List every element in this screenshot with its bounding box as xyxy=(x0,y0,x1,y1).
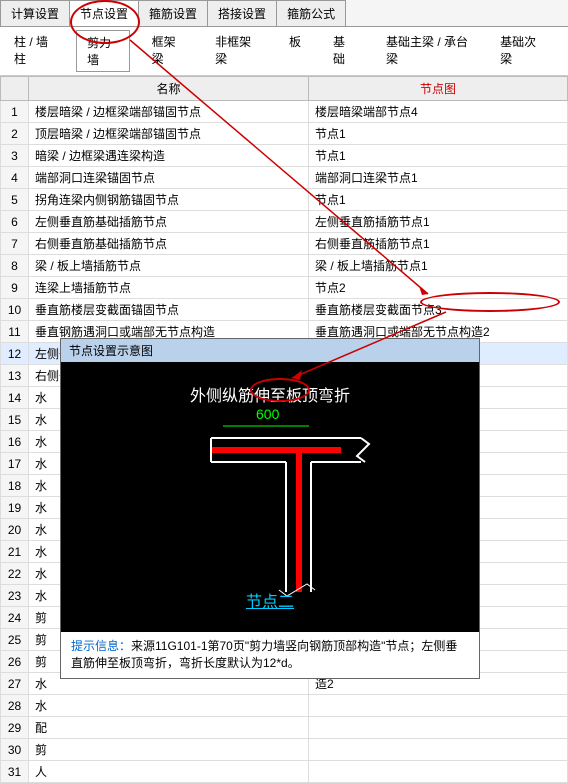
top-tab-calc[interactable]: 计算设置 xyxy=(0,0,70,26)
table-row[interactable]: 28水 xyxy=(1,695,568,717)
row-num: 9 xyxy=(1,277,29,299)
table-row[interactable]: 10垂直筋楼层变截面锚固节点垂直筋楼层变截面节点3 xyxy=(1,299,568,321)
row-node[interactable]: 节点1 xyxy=(309,145,568,167)
row-name: 右侧垂直筋基础插筋节点 xyxy=(29,233,309,255)
top-tab-stirrup[interactable]: 箍筋设置 xyxy=(138,0,208,26)
top-tab-bar: 计算设置 节点设置 箍筋设置 搭接设置 箍筋公式 xyxy=(0,0,568,27)
row-node[interactable]: 左侧垂直筋插筋节点1 xyxy=(309,211,568,233)
row-num: 1 xyxy=(1,101,29,123)
sub-tab-nonframebeam[interactable]: 非框架梁 xyxy=(205,30,267,72)
table-row[interactable]: 5拐角连梁内侧钢筋锚固节点节点1 xyxy=(1,189,568,211)
row-num: 4 xyxy=(1,167,29,189)
row-num: 25 xyxy=(1,629,29,651)
row-num: 17 xyxy=(1,453,29,475)
row-num: 13 xyxy=(1,365,29,387)
row-node[interactable]: 节点1 xyxy=(309,123,568,145)
row-name: 左侧垂直筋基础插筋节点 xyxy=(29,211,309,233)
diagram-canvas: 外侧纵筋伸至板顶弯折 600 节点二 xyxy=(61,362,479,632)
table-row[interactable]: 9连梁上墙插筋节点节点2 xyxy=(1,277,568,299)
table-row[interactable]: 8梁 / 板上墙插筋节点梁 / 板上墙插筋节点1 xyxy=(1,255,568,277)
sub-tab-slab[interactable]: 板 xyxy=(279,30,311,72)
row-num: 15 xyxy=(1,409,29,431)
row-num: 16 xyxy=(1,431,29,453)
row-node[interactable] xyxy=(309,717,568,739)
sub-tab-column[interactable]: 柱 / 墙柱 xyxy=(4,30,64,72)
row-num: 11 xyxy=(1,321,29,343)
row-name: 剪 xyxy=(29,739,309,761)
row-num: 14 xyxy=(1,387,29,409)
table-row[interactable]: 1楼层暗梁 / 边框梁端部锚固节点楼层暗梁端部节点4 xyxy=(1,101,568,123)
row-name: 垂直筋楼层变截面锚固节点 xyxy=(29,299,309,321)
row-name: 配 xyxy=(29,717,309,739)
row-num: 3 xyxy=(1,145,29,167)
row-node[interactable]: 右侧垂直筋插筋节点1 xyxy=(309,233,568,255)
row-num: 23 xyxy=(1,585,29,607)
row-num: 31 xyxy=(1,761,29,783)
diagram-hint: 提示信息：来源11G101-1第70页"剪力墙竖向钢筋顶部构造"节点；左侧垂直筋… xyxy=(61,632,479,678)
sub-tab-foundbeam[interactable]: 基础主梁 / 承台梁 xyxy=(376,30,478,72)
row-num: 20 xyxy=(1,519,29,541)
top-tab-formula[interactable]: 箍筋公式 xyxy=(276,0,346,26)
table-row[interactable]: 6左侧垂直筋基础插筋节点左侧垂直筋插筋节点1 xyxy=(1,211,568,233)
row-num: 12 xyxy=(1,343,29,365)
row-node[interactable]: 楼层暗梁端部节点4 xyxy=(309,101,568,123)
sub-tab-secbeam[interactable]: 基础次梁 xyxy=(490,30,552,72)
table-row[interactable]: 2顶层暗梁 / 边框梁端部锚固节点节点1 xyxy=(1,123,568,145)
row-num: 24 xyxy=(1,607,29,629)
row-num: 29 xyxy=(1,717,29,739)
row-name: 人 xyxy=(29,761,309,783)
sub-tab-shearwall[interactable]: 剪力墙 xyxy=(76,30,129,72)
row-node[interactable]: 端部洞口连梁节点1 xyxy=(309,167,568,189)
row-name: 暗梁 / 边框梁遇连梁构造 xyxy=(29,145,309,167)
table-row[interactable]: 29配 xyxy=(1,717,568,739)
row-node[interactable]: 节点2 xyxy=(309,277,568,299)
row-node[interactable]: 垂直筋楼层变截面节点3 xyxy=(309,299,568,321)
row-num: 5 xyxy=(1,189,29,211)
row-num: 27 xyxy=(1,673,29,695)
table-row[interactable]: 4端部洞口连梁锚固节点端部洞口连梁节点1 xyxy=(1,167,568,189)
row-name: 楼层暗梁 / 边框梁端部锚固节点 xyxy=(29,101,309,123)
row-num: 30 xyxy=(1,739,29,761)
diagram-panel: 节点设置示意图 外侧纵筋伸至板顶弯折 600 xyxy=(60,338,480,679)
row-node[interactable] xyxy=(309,739,568,761)
top-tab-lap[interactable]: 搭接设置 xyxy=(207,0,277,26)
row-num: 22 xyxy=(1,563,29,585)
diagram-node-link[interactable]: 节点二 xyxy=(61,588,479,612)
top-tab-node[interactable]: 节点设置 xyxy=(69,0,139,26)
row-node[interactable]: 梁 / 板上墙插筋节点1 xyxy=(309,255,568,277)
row-node[interactable] xyxy=(309,761,568,783)
table-row[interactable]: 31人 xyxy=(1,761,568,783)
hint-label: 提示信息： xyxy=(71,639,131,653)
col-name: 名称 xyxy=(29,77,309,101)
row-num: 2 xyxy=(1,123,29,145)
sub-tab-bar: 柱 / 墙柱 剪力墙 框架梁 非框架梁 板 基础 基础主梁 / 承台梁 基础次梁 xyxy=(0,27,568,76)
row-num: 28 xyxy=(1,695,29,717)
row-name: 端部洞口连梁锚固节点 xyxy=(29,167,309,189)
row-name: 顶层暗梁 / 边框梁端部锚固节点 xyxy=(29,123,309,145)
sub-tab-foundation[interactable]: 基础 xyxy=(323,30,364,72)
row-name: 连梁上墙插筋节点 xyxy=(29,277,309,299)
row-node[interactable]: 节点1 xyxy=(309,189,568,211)
col-node: 节点图 xyxy=(309,77,568,101)
row-num: 26 xyxy=(1,651,29,673)
row-num: 21 xyxy=(1,541,29,563)
row-num: 8 xyxy=(1,255,29,277)
sub-tab-framebeam[interactable]: 框架梁 xyxy=(142,30,193,72)
col-num xyxy=(1,77,29,101)
table-row[interactable]: 3暗梁 / 边框梁遇连梁构造节点1 xyxy=(1,145,568,167)
row-num: 10 xyxy=(1,299,29,321)
row-node[interactable] xyxy=(309,695,568,717)
row-name: 水 xyxy=(29,695,309,717)
row-num: 7 xyxy=(1,233,29,255)
row-name: 梁 / 板上墙插筋节点 xyxy=(29,255,309,277)
table-row[interactable]: 7右侧垂直筋基础插筋节点右侧垂直筋插筋节点1 xyxy=(1,233,568,255)
row-num: 19 xyxy=(1,497,29,519)
row-num: 18 xyxy=(1,475,29,497)
row-num: 6 xyxy=(1,211,29,233)
table-row[interactable]: 30剪 xyxy=(1,739,568,761)
row-name: 拐角连梁内侧钢筋锚固节点 xyxy=(29,189,309,211)
diagram-title: 节点设置示意图 xyxy=(61,339,479,362)
